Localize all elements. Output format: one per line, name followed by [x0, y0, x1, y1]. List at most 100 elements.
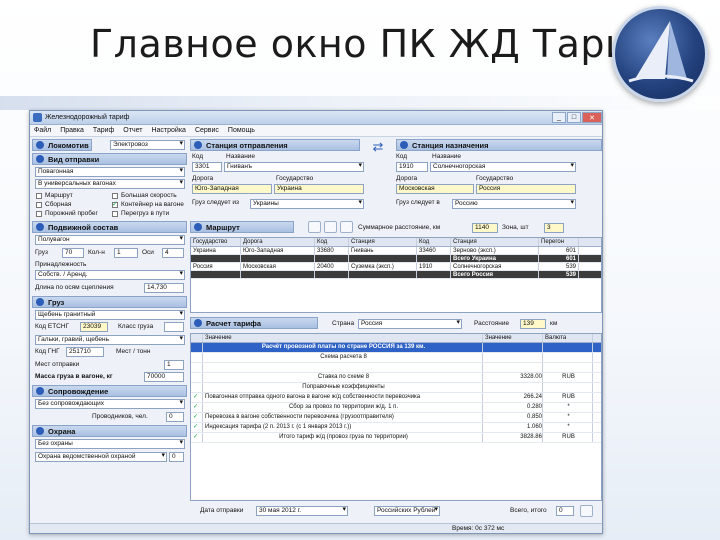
- koln-label: Кол-н: [88, 249, 105, 256]
- gng-code-label: Код ГНГ: [35, 348, 60, 355]
- shipment-type-select[interactable]: Повагонная: [35, 167, 185, 177]
- menu-file[interactable]: Файл: [34, 127, 51, 134]
- country-label: Страна: [332, 320, 355, 327]
- gng-select[interactable]: Гальки, гравий, щебень: [35, 335, 185, 345]
- station-to-header: Станция назначения: [396, 139, 602, 151]
- transshipment-checkbox[interactable]: [112, 211, 118, 217]
- status-time: Время: 0с 372 мс: [452, 525, 505, 532]
- from-state-field: Украина: [274, 184, 364, 194]
- table-row[interactable]: Ставка по схеме 8 3328.00 RUB: [191, 373, 601, 383]
- guard-icon: [36, 427, 44, 435]
- osi-label: Оси: [142, 249, 154, 256]
- mass-input[interactable]: 70000: [144, 372, 184, 382]
- wagon-type-select[interactable]: В универсальных вагонах: [35, 179, 185, 189]
- menu-help[interactable]: Помощь: [228, 127, 255, 134]
- cargo-icon: [36, 298, 44, 306]
- route-grid-header: Государство Дорога Код Станция Код Станц…: [191, 238, 601, 247]
- class-input[interactable]: [164, 322, 184, 332]
- osi-input[interactable]: 4: [162, 248, 184, 258]
- app-icon: [33, 113, 42, 122]
- table-row[interactable]: ✓ Повагонная отправка одного вагона в ваг…: [191, 393, 601, 403]
- high-speed-checkbox[interactable]: [112, 193, 118, 199]
- table-row[interactable]: ✓ Перевозка в вагоне собственности перево…: [191, 413, 601, 423]
- escort-select[interactable]: Без сопровождающих: [35, 399, 185, 409]
- container-checkbox[interactable]: [112, 200, 118, 208]
- to-name-select[interactable]: Солнечногорская: [430, 162, 576, 172]
- gruz-input[interactable]: 70: [62, 248, 84, 258]
- mass-label: Масса груза в вагоне, кг: [35, 373, 113, 380]
- table-row-selected[interactable]: Расчёт провозной платы по стране РОССИЯ …: [191, 343, 601, 353]
- from-rule-select[interactable]: Украины: [250, 199, 364, 209]
- gng-code-input[interactable]: 251710: [66, 347, 104, 357]
- print-button[interactable]: [580, 505, 593, 517]
- maximize-button[interactable]: □: [567, 112, 581, 123]
- guard-select[interactable]: Без охраны: [35, 439, 185, 449]
- table-row[interactable]: Украина Юго-Западная 33680 Гнивань 33460 Зерн…: [191, 247, 601, 255]
- from-name-label: Название: [226, 153, 256, 160]
- table-row[interactable]: ✓ Сбор за провоз по территории ж/д. 1 п. 0…: [191, 403, 601, 413]
- guard-count-input[interactable]: 0: [169, 452, 184, 462]
- places-tons-label: Мест / тонн: [116, 348, 151, 355]
- guard-header: Охрана: [32, 425, 187, 437]
- etsng-input[interactable]: 23039: [80, 322, 108, 332]
- slide-band: [0, 96, 720, 110]
- to-code-input[interactable]: 1910: [396, 162, 428, 172]
- koln-input[interactable]: 1: [114, 248, 138, 258]
- combined-label: Сборная: [45, 201, 72, 208]
- company-logo: [612, 6, 708, 102]
- menu-service[interactable]: Сервис: [195, 127, 219, 134]
- to-rule-select[interactable]: Россию: [452, 199, 576, 209]
- country-select[interactable]: Россия: [358, 319, 462, 329]
- length-input[interactable]: 14,730: [144, 283, 184, 293]
- from-name-select[interactable]: Гниванъ: [224, 162, 364, 172]
- distance-label: Суммарное расстояние, км: [358, 224, 441, 231]
- escort-count-input[interactable]: 0: [166, 412, 184, 422]
- places-input[interactable]: 1: [164, 360, 184, 370]
- escort-count-label: Проводников, чел.: [92, 413, 148, 420]
- shipment-header: Вид отправки: [32, 153, 187, 165]
- distance-field: 1140: [472, 223, 498, 233]
- currency-select[interactable]: Российских Рублей: [374, 506, 440, 516]
- tariff-icon: [194, 319, 202, 327]
- table-row[interactable]: ✓ Индексация тарифа (2 п. 2013 г. (с 1 ян…: [191, 423, 601, 433]
- date-picker[interactable]: 30 мая 2012 г.: [256, 506, 348, 516]
- rolling-stock-header: Подвижной состав: [32, 221, 187, 233]
- menu-tariff[interactable]: Тариф: [93, 127, 114, 134]
- table-row[interactable]: Поправочные коэффициенты: [191, 383, 601, 393]
- cargo-select[interactable]: Щебень гранитный: [35, 310, 185, 320]
- route-open-button[interactable]: [324, 221, 337, 233]
- class-label: Класс груза: [118, 323, 154, 330]
- route-icon: [194, 223, 202, 231]
- menu-report[interactable]: Отчет: [123, 127, 142, 134]
- close-button[interactable]: ✕: [582, 112, 602, 123]
- from-code-label: Код: [192, 153, 204, 160]
- table-row[interactable]: ✓ Итого тариф ж/д (провоз груза по террит…: [191, 433, 601, 443]
- high-speed-label: Большая скорость: [121, 192, 177, 199]
- from-code-input[interactable]: 3301: [192, 162, 222, 172]
- swap-stations-button[interactable]: ⇄: [370, 140, 386, 155]
- empty-run-checkbox[interactable]: [36, 211, 42, 217]
- owner-label: Принадлежность: [35, 261, 87, 268]
- table-row[interactable]: Россия Московская 20400 Суземка (эксп.) 1910…: [191, 263, 601, 271]
- minimize-button[interactable]: _: [552, 112, 566, 123]
- menu-settings[interactable]: Настройка: [151, 127, 185, 134]
- guard-type-select[interactable]: Охрана ведомственной охраной: [35, 452, 167, 462]
- from-road-field: Юго-Западная: [192, 184, 272, 194]
- route-edit-button[interactable]: [340, 221, 353, 233]
- route-map-button[interactable]: [308, 221, 321, 233]
- route-grid: Государство Дорога Код Станция Код Станц…: [190, 237, 602, 313]
- combined-checkbox[interactable]: [36, 202, 42, 208]
- locomotive-select[interactable]: Электровоз: [110, 140, 185, 150]
- table-row[interactable]: Схема расчета 8: [191, 353, 601, 363]
- owner-select[interactable]: Собств. / Аренд.: [35, 270, 185, 280]
- route-checkbox[interactable]: [36, 193, 42, 199]
- cargo-header: Груз: [32, 296, 187, 308]
- row-check-icon: ✓: [191, 423, 203, 432]
- shipment-icon: [36, 155, 44, 163]
- rolling-stock-select[interactable]: Полувагон: [35, 235, 185, 245]
- menubar: Файл Правка Тариф Отчет Настройка Сервис…: [30, 125, 602, 137]
- app-window: Железнодорожный тариф _ □ ✕ Файл Правка …: [29, 110, 603, 534]
- status-bar: Время: 0с 372 мс: [30, 523, 602, 533]
- menu-edit[interactable]: Правка: [60, 127, 84, 134]
- table-row[interactable]: [191, 363, 601, 373]
